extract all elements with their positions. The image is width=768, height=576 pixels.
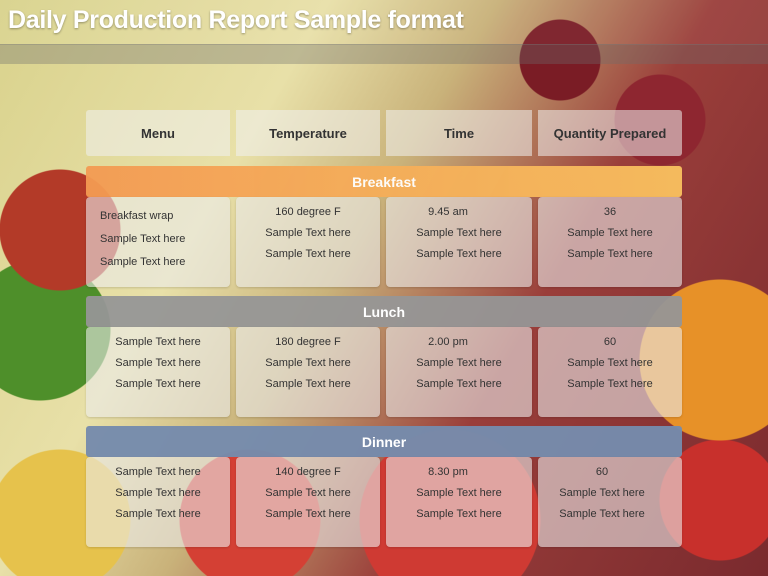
cell-line: Sample Text here xyxy=(100,256,186,268)
cell-line: Sample Text here xyxy=(265,227,351,239)
cell-line: Sample Text here xyxy=(265,378,351,390)
table-cell: 2.00 pm Sample Text here Sample Text her… xyxy=(386,327,532,417)
cell-line: Sample Text here xyxy=(567,378,653,390)
column-header-time: Time xyxy=(386,110,532,156)
cell-line: Sample Text here xyxy=(416,378,502,390)
column-header-temperature: Temperature xyxy=(236,110,380,156)
column-header-menu: Menu xyxy=(86,110,230,156)
table-cell: 36 Sample Text here Sample Text here xyxy=(538,197,682,287)
cell-line: Sample Text here xyxy=(559,508,645,520)
table-cell: 60 Sample Text here Sample Text here xyxy=(538,457,682,547)
cell-line: Sample Text here xyxy=(265,357,351,369)
title-bar: Daily Production Report Sample format xyxy=(0,0,768,45)
cell-line: Sample Text here xyxy=(265,248,351,260)
section-bar-breakfast: Breakfast xyxy=(86,166,682,197)
table-cell: Breakfast wrap Sample Text here Sample T… xyxy=(86,197,230,287)
cell-line: 160 degree F xyxy=(275,206,341,218)
cell-line: Sample Text here xyxy=(115,466,201,478)
cell-line: Sample Text here xyxy=(567,357,653,369)
cell-line: Sample Text here xyxy=(115,336,201,348)
cell-line: Sample Text here xyxy=(100,233,186,245)
cell-line: Sample Text here xyxy=(416,227,502,239)
table-cell: 60 Sample Text here Sample Text here xyxy=(538,327,682,417)
table-cell: 8.30 pm Sample Text here Sample Text her… xyxy=(386,457,532,547)
title-divider xyxy=(0,44,768,64)
table-cell: 9.45 am Sample Text here Sample Text her… xyxy=(386,197,532,287)
table-cell: Sample Text here Sample Text here Sample… xyxy=(86,327,230,417)
cell-line: 180 degree F xyxy=(275,336,341,348)
cell-line: 9.45 am xyxy=(428,206,468,218)
cell-line: 8.30 pm xyxy=(428,466,468,478)
column-header-quantity: Quantity Prepared xyxy=(538,110,682,156)
table-cell: 140 degree F Sample Text here Sample Tex… xyxy=(236,457,380,547)
cell-line: Sample Text here xyxy=(567,227,653,239)
cell-line: Sample Text here xyxy=(265,487,351,499)
table-cell: 160 degree F Sample Text here Sample Tex… xyxy=(236,197,380,287)
section-bar-lunch: Lunch xyxy=(86,296,682,327)
cell-line: Sample Text here xyxy=(115,487,201,499)
cell-line: Sample Text here xyxy=(115,357,201,369)
cell-line: 60 xyxy=(595,466,609,478)
cell-line: Sample Text here xyxy=(115,508,201,520)
cell-line: Sample Text here xyxy=(416,357,502,369)
cell-line: Sample Text here xyxy=(567,248,653,260)
cell-line: Sample Text here xyxy=(265,508,351,520)
table-cell: 180 degree F Sample Text here Sample Tex… xyxy=(236,327,380,417)
cell-line: Sample Text here xyxy=(416,487,502,499)
cell-line: Breakfast wrap xyxy=(100,210,174,222)
section-bar-dinner: Dinner xyxy=(86,426,682,457)
cell-line: 60 xyxy=(603,336,617,348)
cell-line: 36 xyxy=(603,206,617,218)
cell-line: Sample Text here xyxy=(559,487,645,499)
cell-line: Sample Text here xyxy=(115,378,201,390)
page-title: Daily Production Report Sample format xyxy=(8,6,464,34)
cell-line: 2.00 pm xyxy=(428,336,468,348)
cell-line: 140 degree F xyxy=(275,466,341,478)
cell-line: Sample Text here xyxy=(416,248,502,260)
table-cell: Sample Text here Sample Text here Sample… xyxy=(86,457,230,547)
cell-line: Sample Text here xyxy=(416,508,502,520)
